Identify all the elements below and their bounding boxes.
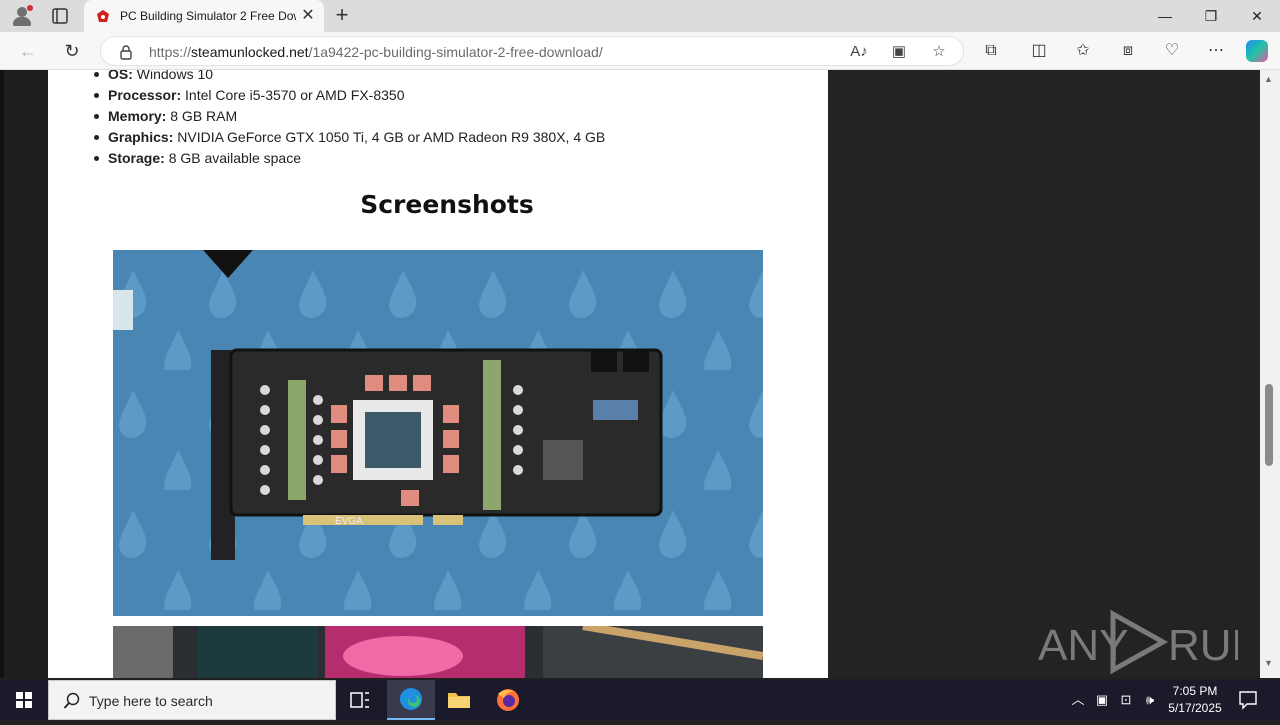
taskbar-clock[interactable]: 7:05 PM 5/17/2025 bbox=[1160, 683, 1230, 717]
req-value-graphics: NVIDIA GeForce GTX 1050 Ti, 4 GB or AMD … bbox=[177, 129, 606, 145]
profile-avatar-icon[interactable] bbox=[10, 5, 34, 27]
url-scheme: https:// bbox=[149, 44, 192, 60]
lock-icon[interactable] bbox=[119, 44, 133, 60]
back-arrow-icon[interactable]: ← bbox=[16, 39, 40, 63]
notification-center-icon[interactable] bbox=[1236, 688, 1260, 712]
url-path: /1a9422-pc-building-simulator-2-free-dow… bbox=[308, 44, 603, 60]
req-label-storage: Storage: bbox=[108, 150, 165, 166]
clock-date: 5/17/2025 bbox=[1168, 701, 1222, 715]
page-scrollbar[interactable]: ▲ ▼ bbox=[1260, 70, 1280, 678]
url-host: steamunlocked.net bbox=[191, 44, 309, 60]
search-placeholder: Type here to search bbox=[89, 693, 213, 709]
scroll-up-icon[interactable]: ▲ bbox=[1264, 74, 1273, 84]
address-bar[interactable]: https://steamunlocked.net/1a9422-pc-buil… bbox=[100, 36, 964, 66]
system-requirements-list: OS: Windows 10 Processor: Intel Core i5-… bbox=[94, 70, 808, 169]
browser-essentials-icon[interactable]: ♡ bbox=[1161, 41, 1183, 61]
extensions-icon[interactable]: ⧉ bbox=[980, 41, 1002, 61]
close-window-button[interactable]: ✕ bbox=[1234, 0, 1280, 32]
tab-actions-icon[interactable] bbox=[50, 6, 70, 26]
svg-text:RUN: RUN bbox=[1168, 621, 1238, 670]
show-hidden-icons-chevron-icon[interactable]: ︿ bbox=[1068, 690, 1088, 710]
req-value-processor: Intel Core i5-3570 or AMD FX-8350 bbox=[185, 87, 405, 103]
tab-active[interactable]: PC Building Simulator 2 Free Download - … bbox=[84, 0, 324, 32]
page-viewport: OS: Windows 10 Processor: Intel Core i5-… bbox=[0, 70, 1280, 678]
immersive-reader-icon[interactable]: ▣ bbox=[889, 42, 909, 62]
req-value-storage: 8 GB available space bbox=[168, 150, 301, 166]
browser-toolbar: ← ↻ https://steamunlocked.net/1a9422-pc-… bbox=[0, 32, 1280, 70]
collections-icon[interactable]: ⧈ bbox=[1117, 41, 1139, 61]
scrollbar-thumb[interactable] bbox=[1265, 384, 1273, 466]
req-label-processor: Processor: bbox=[108, 87, 182, 103]
refresh-icon[interactable]: ↻ bbox=[60, 39, 84, 63]
req-value-memory: 8 GB RAM bbox=[170, 108, 238, 124]
windows-start-icon[interactable] bbox=[0, 680, 48, 720]
copilot-icon[interactable] bbox=[1246, 40, 1268, 62]
req-label-os: OS: bbox=[108, 70, 133, 82]
volume-icon[interactable]: 🕪 bbox=[1140, 690, 1160, 710]
list-item: Graphics: NVIDIA GeForce GTX 1050 Ti, 4 … bbox=[94, 127, 808, 148]
right-sidebar-area bbox=[828, 70, 1260, 678]
read-aloud-icon[interactable]: A♪ bbox=[849, 42, 869, 62]
req-label-memory: Memory: bbox=[108, 108, 167, 124]
favorites-icon[interactable]: ✩ bbox=[1072, 41, 1094, 61]
req-value-os: Windows 10 bbox=[136, 70, 214, 82]
req-label-graphics: Graphics: bbox=[108, 129, 174, 145]
site-favicon-icon bbox=[96, 9, 110, 23]
settings-more-icon[interactable]: ⋯ bbox=[1205, 41, 1227, 61]
list-item: Storage: 8 GB available space bbox=[94, 148, 808, 169]
screenshot-image-2[interactable] bbox=[113, 626, 763, 678]
article-content: OS: Windows 10 Processor: Intel Core i5-… bbox=[48, 70, 828, 678]
list-item: Processor: Intel Core i5-3570 or AMD FX-… bbox=[94, 85, 808, 106]
new-tab-button[interactable]: + bbox=[330, 4, 354, 28]
restore-button[interactable]: ❐ bbox=[1188, 0, 1234, 32]
tab-title: PC Building Simulator 2 Free Download - … bbox=[120, 9, 296, 23]
meet-now-icon[interactable]: ▣ bbox=[1092, 690, 1112, 710]
firefox-icon[interactable] bbox=[484, 680, 532, 720]
taskbar-search-box[interactable]: Type here to search bbox=[48, 680, 336, 720]
task-view-icon[interactable] bbox=[336, 680, 384, 720]
page-left-edge bbox=[0, 70, 4, 678]
list-item: OS: Windows 10 bbox=[94, 70, 808, 85]
board-brand-label: EVGA bbox=[335, 516, 363, 527]
anyrun-watermark-logo: ANY RUN bbox=[1038, 609, 1263, 675]
close-tab-icon[interactable]: ✕ bbox=[300, 8, 316, 24]
minimize-button[interactable]: — bbox=[1142, 0, 1188, 32]
file-explorer-icon[interactable] bbox=[435, 680, 483, 720]
url-text[interactable]: https://steamunlocked.net/1a9422-pc-buil… bbox=[149, 44, 603, 60]
scroll-down-icon[interactable]: ▼ bbox=[1264, 658, 1273, 668]
search-icon bbox=[63, 692, 81, 710]
edge-browser-icon[interactable] bbox=[387, 680, 435, 720]
list-item: Memory: 8 GB RAM bbox=[94, 106, 808, 127]
favorite-star-icon[interactable]: ☆ bbox=[929, 42, 949, 62]
split-screen-icon[interactable]: ◫ bbox=[1028, 41, 1050, 61]
screenshot-image-1[interactable]: EVGA bbox=[113, 250, 763, 616]
clock-time: 7:05 PM bbox=[1172, 684, 1218, 698]
network-icon[interactable]: ⊡ bbox=[1116, 690, 1136, 710]
screenshots-heading: Screenshots bbox=[360, 190, 534, 219]
browser-tab-strip: PC Building Simulator 2 Free Download - … bbox=[0, 0, 1280, 32]
windows-taskbar: Type here to search ︿ ▣ ⊡ 🕪 7:05 PM 5/17… bbox=[0, 680, 1280, 720]
